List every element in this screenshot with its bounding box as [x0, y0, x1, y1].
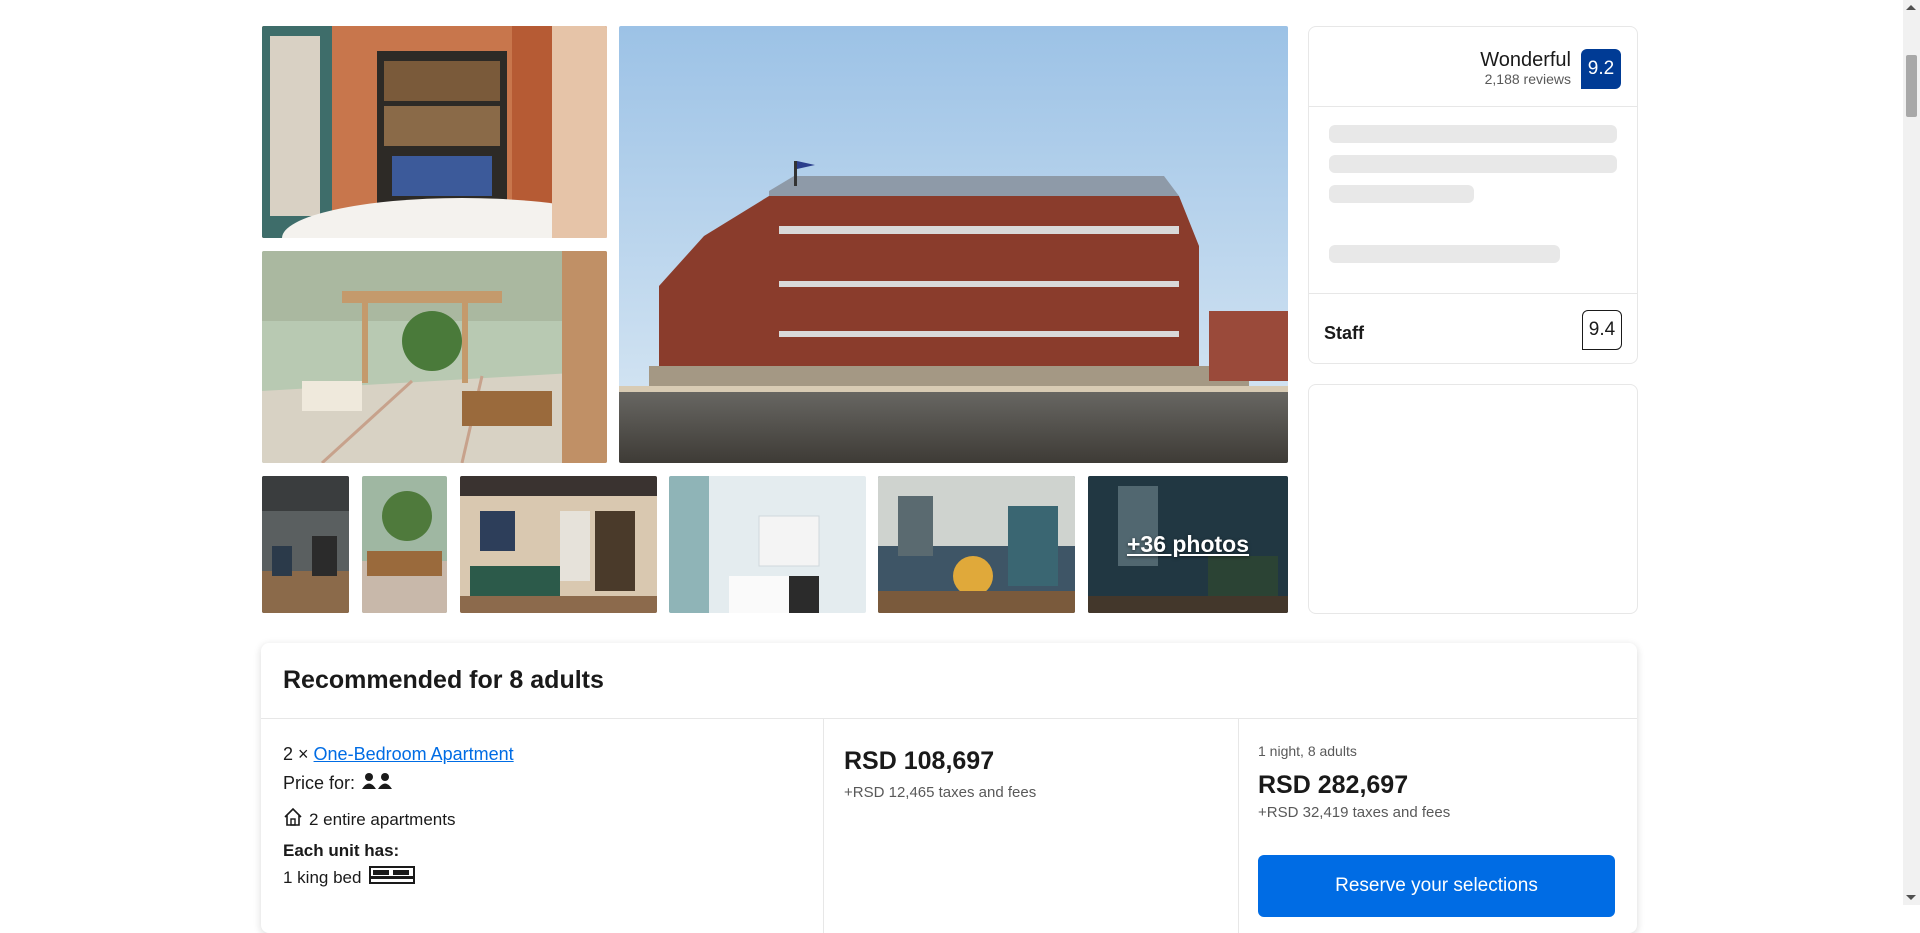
room-title: 2 × One-Bedroom Apartment: [283, 744, 514, 765]
column-divider: [1238, 719, 1239, 933]
unit-price: RSD 108,697: [844, 747, 995, 775]
bed-icon: [369, 866, 416, 889]
more-photos-label[interactable]: +36 photos: [1127, 531, 1249, 558]
more-photos-overlay[interactable]: +36 photos: [1088, 476, 1288, 613]
bed-row: 1 king bed: [283, 866, 416, 889]
price-for-label: Price for:: [283, 773, 356, 793]
loading-placeholder: [1329, 125, 1617, 143]
review-card: Wonderful 2,188 reviews 9.2 Staff 9.4: [1308, 26, 1638, 364]
column-divider: [823, 719, 824, 933]
each-unit-label: Each unit has:: [283, 841, 400, 860]
total-price: RSD 282,697: [1258, 771, 1409, 799]
loading-placeholder: [1329, 185, 1474, 203]
divider: [1309, 293, 1637, 294]
review-count: 2,188 reviews: [1484, 71, 1571, 87]
scrollbar[interactable]: [1903, 0, 1920, 905]
scroll-up-arrow[interactable]: [1906, 5, 1916, 10]
section-title: Recommended for 8 adults: [283, 666, 604, 694]
gallery-thumb-bathroom[interactable]: [669, 476, 866, 613]
map-placeholder-card: [1308, 384, 1638, 614]
person-icon: [361, 772, 393, 795]
divider: [261, 718, 1637, 719]
gallery-thumb-gym[interactable]: [262, 476, 349, 613]
room-name-link[interactable]: One-Bedroom Apartment: [314, 744, 514, 764]
rating-word: Wonderful: [1480, 49, 1571, 71]
total-taxes: +RSD 32,419 taxes and fees: [1258, 804, 1451, 821]
review-summary[interactable]: Wonderful 2,188 reviews 9.2: [1480, 49, 1621, 89]
gallery-photo-hotel-exterior[interactable]: [619, 26, 1288, 463]
reserve-button[interactable]: Reserve your selections: [1258, 855, 1615, 917]
units-row: 2 entire apartments: [283, 807, 455, 832]
scroll-thumb[interactable]: [1906, 55, 1917, 117]
loading-placeholder: [1329, 245, 1560, 263]
gallery-thumb-dining[interactable]: [878, 476, 1075, 613]
price-for-row: Price for:: [283, 772, 393, 795]
gallery-thumb-more-photos[interactable]: +36 photos: [1088, 476, 1288, 613]
unit-taxes: +RSD 12,465 taxes and fees: [844, 784, 1037, 801]
scroll-down-arrow[interactable]: [1906, 895, 1916, 900]
gallery-thumb-restaurant[interactable]: [362, 476, 447, 613]
category-label: Staff: [1324, 323, 1364, 343]
gallery-thumb-living-room[interactable]: [460, 476, 657, 613]
gallery-photo-bedroom[interactable]: [262, 26, 607, 238]
room-quantity: 2 ×: [283, 744, 309, 764]
divider: [1309, 106, 1637, 107]
units-text: 2 entire apartments: [309, 809, 456, 829]
category-score: 9.4: [1582, 310, 1622, 350]
home-icon: [283, 807, 303, 832]
loading-placeholder: [1329, 155, 1617, 173]
bed-text: 1 king bed: [283, 867, 362, 887]
score-badge: 9.2: [1581, 49, 1621, 89]
gallery-photo-lounge[interactable]: [262, 251, 607, 463]
stay-summary: 1 night, 8 adults: [1258, 743, 1357, 759]
